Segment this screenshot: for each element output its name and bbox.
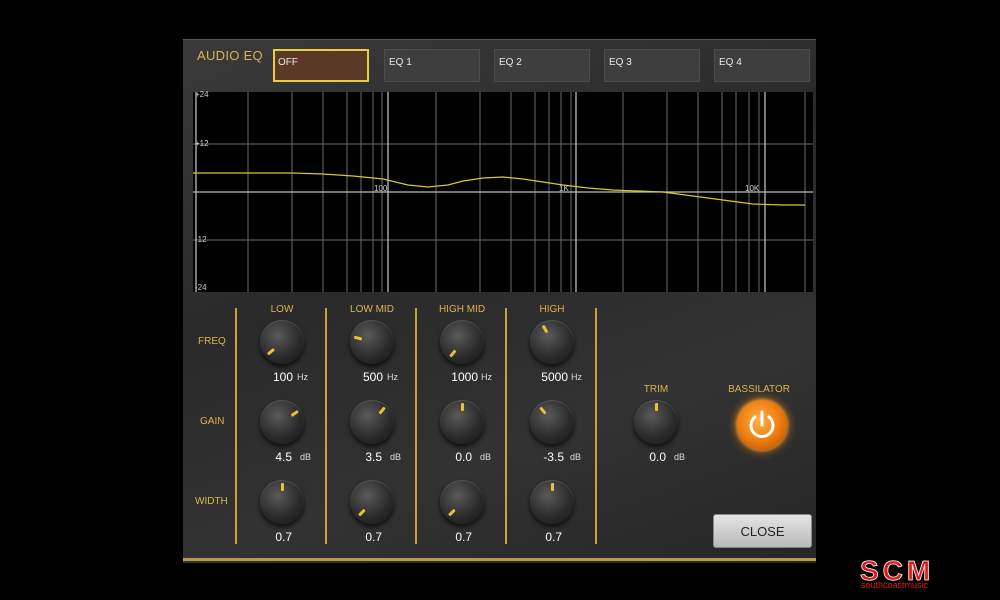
y-tick-label: -24 [195,283,207,292]
low-freq-knob[interactable] [257,317,307,367]
lowmid-freq-value: 500 [362,370,383,384]
y-tick-label: +24 [195,90,209,99]
low-freq-value: 100 [272,370,293,384]
x-tick-label: 100 [374,184,388,193]
preset-eq3-button[interactable]: EQ 3 [604,49,700,82]
highmid-gain-knob[interactable] [437,397,487,447]
preset-eq2-button[interactable]: EQ 2 [494,49,590,82]
freq-row-label: FREQ [198,336,226,347]
lowmid-width-knob[interactable] [347,477,397,527]
high-gain-knob[interactable] [527,397,577,447]
band-divider [235,308,237,544]
low-gain-unit: dB [300,452,312,462]
highmid-freq-unit: Hz [481,372,492,382]
lowmid-gain-unit: dB [390,452,402,462]
lowmid-freq-unit: Hz [387,372,398,382]
bassilator-label: BASSILATOR [728,384,790,395]
x-tick-label: 10K [745,184,760,193]
band-divider [595,308,597,544]
power-icon [749,410,775,438]
band-divider [505,308,507,544]
high-gain-unit: dB [570,452,582,462]
trim-label: TRIM [643,384,669,395]
lowmid-freq-knob[interactable] [347,317,397,367]
high-freq-value: 5000 [541,370,568,384]
lowmid-gain-value: 3.5 [365,450,382,464]
preset-eq1-button[interactable]: EQ 1 [384,49,480,82]
width-row-label: WIDTH [195,496,228,507]
x-tick-label: 1K [559,184,569,193]
band-label-low: LOW [270,304,294,315]
trim-unit: dB [674,452,686,462]
high-gain-value: -3.5 [543,450,564,464]
band-label-high: HIGH [539,304,565,315]
eq-response-graph: +24 +12 -12 -24 100 1K 10K [193,90,813,292]
trim-value: 0.0 [649,450,666,464]
gain-row-label: GAIN [200,416,225,427]
high-freq-knob[interactable] [527,317,577,367]
preset-eq4-button[interactable]: EQ 4 [714,49,810,82]
scm-logo: SCM southcoastmusic [858,555,988,595]
low-width-knob[interactable] [257,477,307,527]
page-title: AUDIO EQ [197,48,263,63]
band-divider [415,308,417,544]
low-gain-knob[interactable] [257,397,307,447]
high-width-knob[interactable] [527,477,577,527]
highmid-gain-value: 0.0 [455,450,472,464]
panel-divider [183,558,816,561]
band-label-high-mid: HIGH MID [438,304,486,315]
highmid-freq-value: 1000 [451,370,478,384]
low-width-value: 0.7 [275,530,292,544]
high-width-value: 0.7 [545,530,562,544]
band-divider [325,308,327,544]
low-gain-value: 4.5 [275,450,292,464]
low-freq-unit: Hz [297,372,308,382]
y-tick-label: +12 [195,139,209,148]
logo-text: southcoastmusic [861,580,929,590]
high-freq-unit: Hz [571,372,582,382]
eq-curve [193,172,805,206]
preset-off-button[interactable]: OFF [273,49,369,82]
close-button[interactable]: CLOSE [713,514,812,548]
highmid-width-knob[interactable] [437,477,487,527]
highmid-gain-unit: dB [480,452,492,462]
band-label-low-mid: LOW MID [350,304,394,315]
trim-knob[interactable] [631,397,681,447]
y-tick-label: -12 [195,235,207,244]
lowmid-width-value: 0.7 [365,530,382,544]
highmid-width-value: 0.7 [455,530,472,544]
highmid-freq-knob[interactable] [437,317,487,367]
lowmid-gain-knob[interactable] [347,397,397,447]
bassilator-toggle[interactable] [737,400,787,450]
